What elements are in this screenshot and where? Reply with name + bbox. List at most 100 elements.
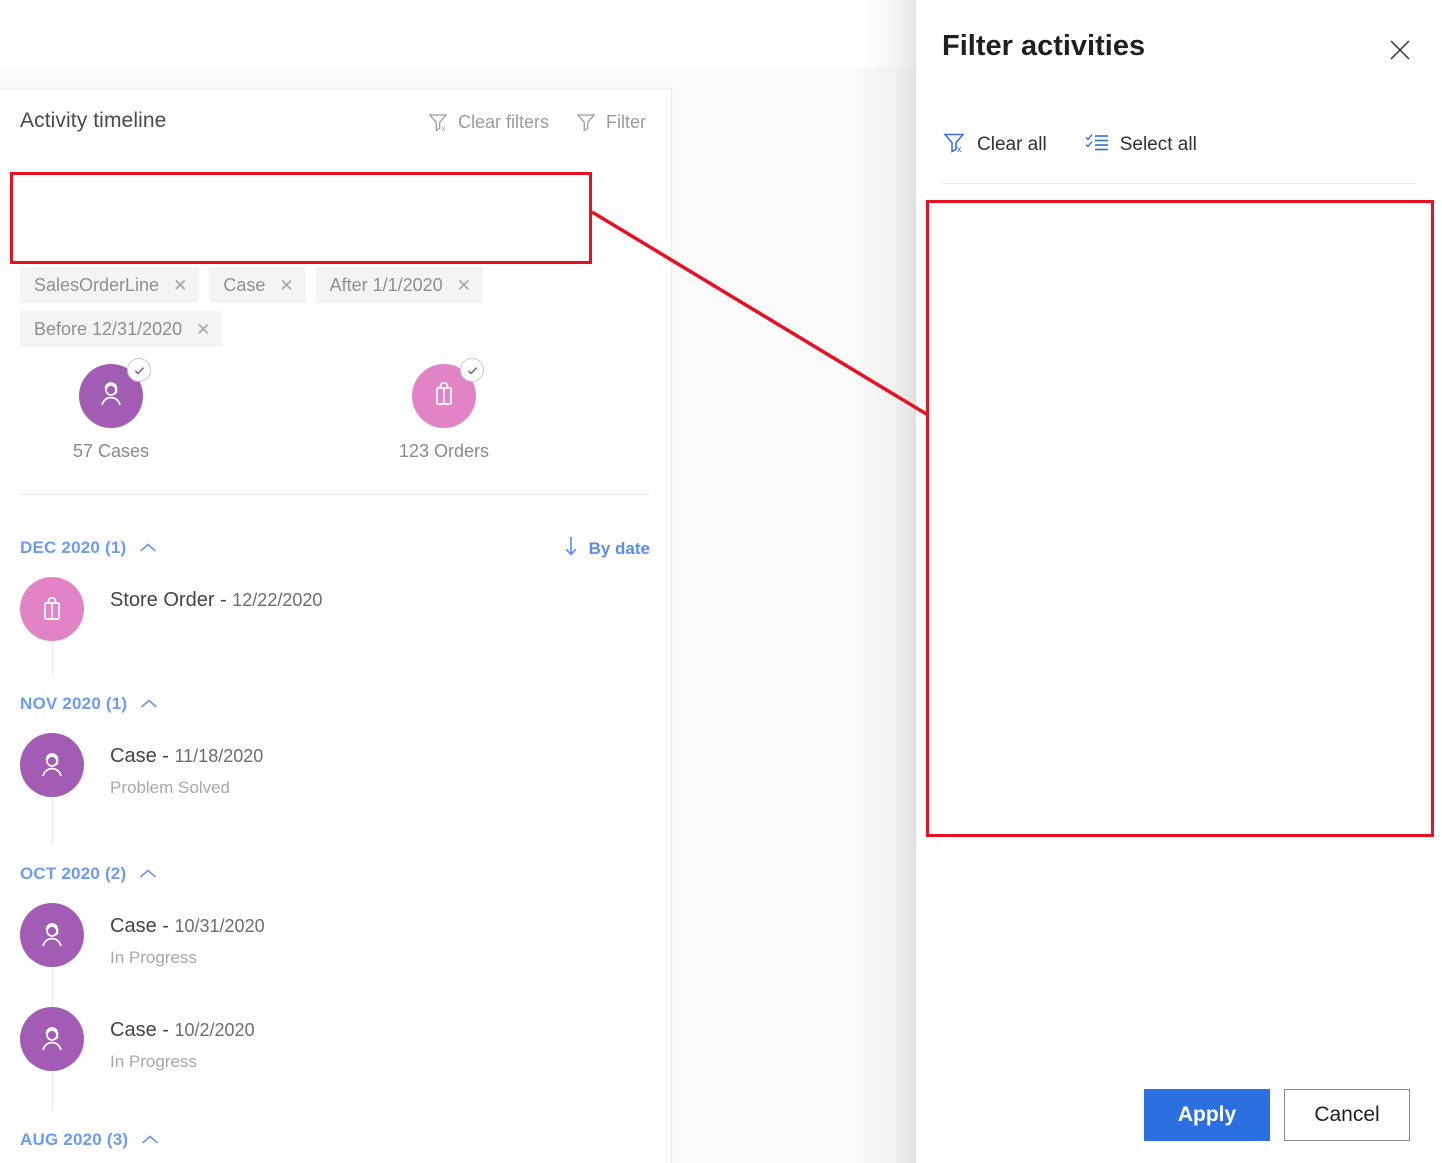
clear-filter-icon: x (427, 111, 449, 133)
timeline-item-date: 10/31/2020 (175, 916, 265, 936)
sort-descending-icon (563, 535, 579, 562)
clear-all-button[interactable]: x Clear all (942, 130, 1047, 160)
clear-filters-label: Clear filters (458, 112, 549, 133)
timeline-item-separator: - (162, 745, 169, 767)
filter-icon (575, 111, 597, 133)
timeline-item-text: Case - 11/18/2020 Problem Solved (110, 733, 263, 798)
timeline-item-title: Case - 10/31/2020 (110, 915, 265, 938)
timeline-group-title[interactable]: DEC 2020 (1) (20, 538, 126, 558)
close-icon[interactable]: ✕ (196, 321, 210, 338)
svg-text:x: x (441, 124, 445, 133)
clear-filter-icon: x (942, 130, 966, 160)
case-agent-icon (94, 377, 128, 416)
chevron-up-icon[interactable] (138, 867, 158, 881)
timeline-item-text: Case - 10/2/2020 In Progress (110, 1007, 255, 1072)
status-badge: In Progress (110, 1052, 255, 1072)
status-badge: Problem Solved (110, 778, 263, 798)
timeline-item-title: Case - 10/2/2020 (110, 1019, 255, 1042)
timeline-item-title: Case - 11/18/2020 (110, 745, 263, 768)
screenshot-root: Activity timeline x Clear filters Filter (0, 0, 1442, 1163)
filter-activities-panel: Filter activities x Clear all (916, 0, 1442, 1163)
chevron-up-icon[interactable] (140, 1133, 160, 1147)
case-agent-icon (20, 733, 84, 797)
filter-chip[interactable]: Before 12/31/2020 ✕ (20, 311, 222, 347)
timeline-group-header: OCT 2020 (2) (0, 845, 672, 903)
filter-label: Filter (606, 112, 646, 133)
select-all-button[interactable]: Select all (1085, 130, 1197, 160)
timeline-item-title: Store Order - 12/22/2020 (110, 589, 322, 612)
timeline-item-separator: - (220, 589, 227, 611)
close-icon[interactable]: ✕ (279, 277, 293, 294)
close-icon[interactable]: ✕ (457, 277, 471, 294)
timeline-item[interactable]: Case - 10/2/2020 In Progress (0, 1007, 672, 1111)
summary-bubble-label: 123 Orders (399, 441, 489, 462)
timeline-group-title[interactable]: AUG 2020 (3) (20, 1130, 128, 1150)
panel-footer: Apply Cancel (1144, 1089, 1410, 1141)
active-filter-chips: SalesOrderLine ✕ Case ✕ After 1/1/2020 ✕… (20, 267, 586, 347)
timeline-group-title[interactable]: OCT 2020 (2) (20, 864, 126, 884)
filter-button[interactable]: Filter (575, 111, 646, 133)
filter-chip[interactable]: Case ✕ (209, 267, 305, 303)
cancel-button[interactable]: Cancel (1284, 1089, 1410, 1141)
timeline-item[interactable]: Case - 10/31/2020 In Progress (0, 903, 672, 1007)
close-icon[interactable] (1384, 34, 1416, 66)
timeline-header: Activity timeline x Clear filters Filter (0, 89, 672, 151)
activity-summary-bubbles: 57 Cases 123 Orders (20, 364, 535, 462)
shopping-bag-icon (428, 378, 460, 415)
timeline-item[interactable]: Case - 11/18/2020 Problem Solved (0, 733, 672, 845)
timeline-item-date: 11/18/2020 (175, 746, 264, 766)
timeline-group-title[interactable]: NOV 2020 (1) (20, 694, 127, 714)
panel-title: Filter activities (942, 30, 1145, 63)
timeline-item-date: 12/22/2020 (232, 590, 322, 610)
apply-button[interactable]: Apply (1144, 1089, 1270, 1141)
timeline-item-separator: - (162, 915, 169, 937)
sort-by-date-button[interactable]: By date (563, 535, 650, 562)
shopping-bag-icon (20, 577, 84, 641)
checkmark-badge (460, 358, 484, 382)
case-agent-icon (20, 903, 84, 967)
timeline-item-name: Case (110, 745, 157, 767)
summary-bubble-orders[interactable]: 123 Orders (353, 364, 535, 462)
filter-chip-label: After 1/1/2020 (330, 275, 443, 296)
summary-bubble-cases[interactable]: 57 Cases (20, 364, 202, 462)
checkmark-badge (127, 358, 151, 382)
filter-chip-label: SalesOrderLine (34, 275, 159, 296)
clear-all-label: Clear all (977, 134, 1047, 156)
app-top-strip (0, 0, 916, 68)
divider (20, 494, 650, 495)
chevron-up-icon[interactable] (139, 697, 159, 711)
clear-filters-button[interactable]: x Clear filters (427, 111, 549, 133)
filter-chip[interactable]: After 1/1/2020 ✕ (316, 267, 483, 303)
close-icon[interactable]: ✕ (173, 277, 187, 294)
filter-chip[interactable]: SalesOrderLine ✕ (20, 267, 199, 303)
case-bubble-circle (79, 364, 143, 428)
timeline-item[interactable]: Store Order - 12/22/2020 (0, 577, 672, 675)
sort-label: By date (589, 539, 650, 559)
divider (942, 183, 1416, 184)
svg-text:x: x (957, 144, 962, 154)
case-agent-icon (20, 1007, 84, 1071)
select-all-label: Select all (1120, 134, 1197, 156)
timeline-item-name: Case (110, 915, 157, 937)
filter-chip-label: Case (223, 275, 265, 296)
timeline-item-date: 10/2/2020 (175, 1020, 255, 1040)
timeline-item-text: Case - 10/31/2020 In Progress (110, 903, 265, 968)
order-bubble-circle (412, 364, 476, 428)
timeline-group-header: AUG 2020 (3) (0, 1111, 672, 1163)
timeline-item-text: Store Order - 12/22/2020 (110, 577, 322, 612)
status-badge: In Progress (110, 948, 265, 968)
timeline-groups: DEC 2020 (1) By date (0, 519, 672, 1163)
timeline-group-header: NOV 2020 (1) (0, 675, 672, 733)
timeline-item-name: Store Order (110, 589, 214, 611)
chevron-up-icon[interactable] (138, 541, 158, 555)
timeline-group-header: DEC 2020 (1) By date (0, 519, 672, 577)
filter-chip-label: Before 12/31/2020 (34, 319, 182, 340)
select-all-icon (1085, 130, 1109, 160)
activity-timeline-card: Activity timeline x Clear filters Filter (0, 88, 672, 1163)
timeline-item-separator: - (162, 1019, 169, 1041)
timeline-actions: x Clear filters Filter (427, 111, 646, 133)
page-title: Activity timeline (20, 109, 166, 133)
summary-bubble-label: 57 Cases (73, 441, 149, 462)
timeline-item-name: Case (110, 1019, 157, 1041)
panel-drop-shadow (856, 0, 916, 1163)
